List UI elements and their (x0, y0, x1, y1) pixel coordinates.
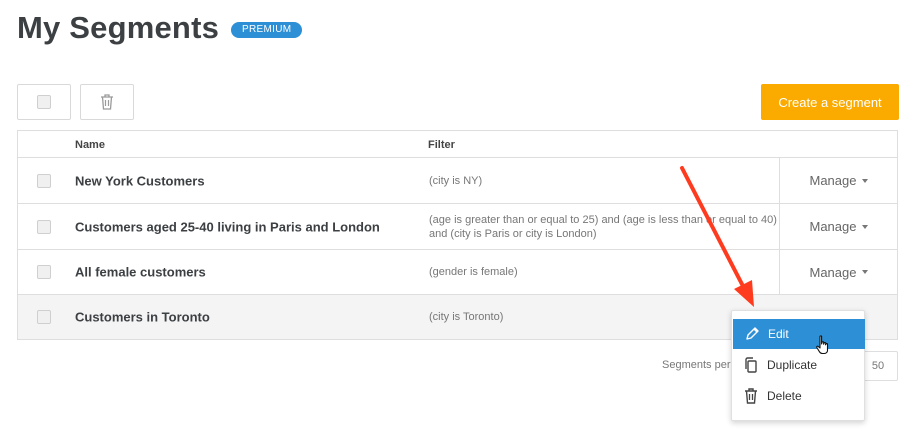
select-all-checkbox[interactable] (37, 95, 51, 109)
premium-badge: PREMIUM (231, 22, 303, 38)
select-all-button[interactable] (17, 84, 71, 120)
manage-label: Manage (809, 264, 857, 280)
segment-filter: (gender is female) (429, 266, 518, 278)
manage-dropdown[interactable]: Manage (779, 204, 898, 249)
caret-down-icon (862, 178, 869, 183)
menu-item-edit[interactable]: Edit (733, 319, 865, 349)
segments-table: Name Filter New York Customers (city is … (17, 130, 898, 340)
manage-label: Manage (809, 173, 857, 188)
menu-item-label: Duplicate (767, 358, 818, 372)
pencil-icon (744, 326, 760, 342)
segment-name[interactable]: Customers aged 25-40 living in Paris and… (75, 219, 380, 234)
hand-cursor-icon (816, 335, 829, 355)
trash-icon (101, 94, 113, 110)
create-segment-button[interactable]: Create a segment (761, 84, 899, 120)
manage-label: Manage (809, 219, 857, 234)
row-checkbox[interactable] (37, 219, 51, 234)
row-checkbox[interactable] (37, 265, 51, 279)
menu-item-label: Edit (768, 327, 789, 341)
menu-item-label: Delete (767, 389, 802, 403)
copy-icon (743, 357, 759, 373)
delete-selected-button[interactable] (80, 84, 134, 120)
manage-dropdown[interactable]: Manage (779, 250, 898, 294)
row-checkbox[interactable] (37, 173, 51, 188)
trash-icon (743, 388, 759, 404)
table-row[interactable]: All female customers (gender is female) … (18, 250, 897, 295)
table-header: Name Filter (18, 131, 897, 158)
menu-item-delete[interactable]: Delete (732, 381, 864, 411)
table-row[interactable]: New York Customers (city is NY) Manage (18, 158, 897, 204)
column-header-name: Name (75, 139, 105, 151)
page-header: My Segments PREMIUM (17, 10, 303, 46)
table-row[interactable]: Customers aged 25-40 living in Paris and… (18, 204, 897, 250)
segment-name[interactable]: Customers in Toronto (75, 310, 210, 325)
manage-dropdown[interactable]: Manage (779, 158, 898, 203)
row-checkbox[interactable] (37, 310, 51, 324)
segment-name[interactable]: All female customers (75, 265, 206, 280)
column-header-filter: Filter (428, 139, 455, 151)
segment-filter: (city is NY) (429, 174, 483, 187)
caret-down-icon (862, 270, 869, 274)
menu-item-duplicate[interactable]: Duplicate (732, 350, 864, 380)
manage-context-menu: Edit Duplicate Delete (731, 310, 865, 421)
segment-filter: (city is Toronto) (429, 311, 504, 323)
per-page-label: Segments per (662, 359, 731, 371)
page-title: My Segments (17, 10, 220, 45)
segment-filter: (age is greater than or equal to 25) and… (429, 213, 777, 240)
per-page-value: 50 (871, 360, 885, 372)
segment-name[interactable]: New York Customers (75, 173, 205, 188)
caret-down-icon (862, 224, 869, 229)
